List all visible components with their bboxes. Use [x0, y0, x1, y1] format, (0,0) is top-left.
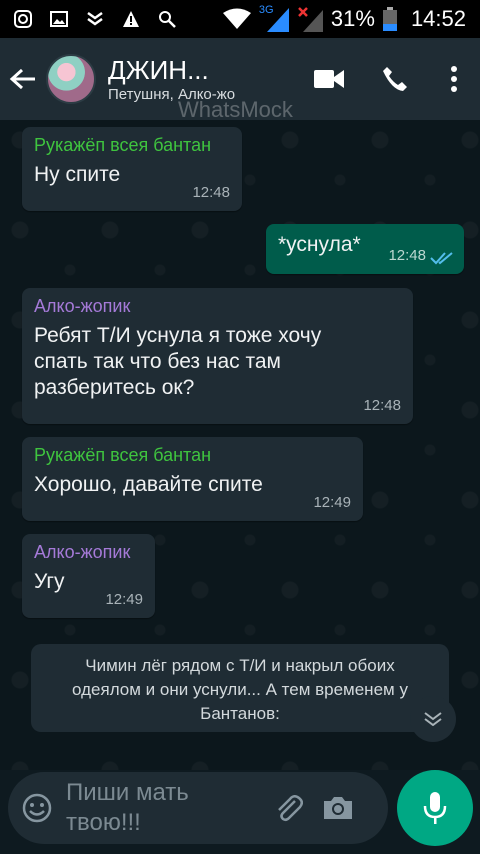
message-sender: Алко-жопик [34, 542, 131, 562]
instagram-icon [14, 10, 32, 28]
message-input[interactable]: Пиши мать твою!!! [66, 778, 256, 838]
chat-area[interactable]: Рукажёп всея бантан Ну спите 12:48 *усну… [0, 120, 480, 770]
chat-title-block[interactable]: ДЖИН... Петушня, Алко-жо [108, 55, 258, 103]
voice-record-button[interactable] [397, 770, 473, 846]
scroll-down-button[interactable] [410, 696, 456, 742]
read-ticks-icon [430, 252, 453, 265]
battery-percent: 31% [330, 6, 375, 31]
message-bubble[interactable]: Рукажёп всея бантан Ну спите 12:48 [22, 127, 242, 211]
arrow-left-icon [9, 68, 35, 90]
watermark: WhatsMock [178, 97, 293, 122]
battery-icon [382, 7, 397, 31]
message-time: 12:49 [105, 591, 143, 608]
microphone-icon [423, 792, 447, 824]
message-sender: Рукажёп всея бантан [34, 135, 212, 155]
camera-button[interactable] [310, 795, 366, 821]
message-bubble-outgoing[interactable]: *уснула* 12:48 [266, 224, 464, 274]
message-time: 12:48 [363, 397, 401, 414]
message-text: Ребят Т/И уснула я тоже хочу спать так ч… [34, 324, 322, 399]
emoji-button[interactable] [8, 793, 66, 823]
voice-call-button[interactable] [362, 38, 428, 120]
avatar[interactable] [46, 54, 96, 104]
message-sender: Алко-жопик [34, 296, 131, 316]
message-time: 12:48 [388, 247, 426, 264]
double-chevron-down-icon [424, 712, 442, 726]
emoji-icon [22, 793, 52, 823]
status-time: 14:52 [410, 6, 466, 31]
system-message: Чимин лёг рядом с Т/И и накрыл обоих оде… [31, 644, 449, 732]
video-call-button[interactable] [296, 38, 362, 120]
message-text: Хорошо, давайте спите [34, 473, 263, 496]
phone-icon [383, 67, 407, 91]
message-composer: Пиши мать твою!!! [8, 772, 388, 844]
search-icon [159, 11, 176, 28]
warning-icon [123, 11, 139, 27]
overflow-menu-button[interactable] [428, 38, 480, 120]
shield-icon [87, 11, 103, 26]
gallery-icon [50, 11, 68, 27]
signal-3g-icon: 3G [259, 4, 289, 32]
chat-title: ДЖИН... [108, 55, 209, 85]
message-time: 12:48 [192, 184, 230, 201]
back-button[interactable] [0, 38, 46, 120]
message-bubble[interactable]: Алко-жопик Ребят Т/И уснула я тоже хочу … [22, 288, 413, 424]
message-bubble[interactable]: Алко-жопик Угу 12:49 [22, 534, 155, 618]
attach-button[interactable] [266, 793, 310, 823]
more-vertical-icon [451, 66, 457, 92]
message-bubble[interactable]: Рукажёп всея бантан Хорошо, давайте спит… [22, 437, 363, 521]
video-camera-icon [314, 70, 344, 88]
camera-icon [324, 797, 352, 819]
wifi-icon [222, 8, 251, 29]
signal-x-icon [298, 7, 323, 32]
message-time: 12:49 [313, 494, 351, 511]
message-sender: Рукажёп всея бантан [34, 445, 212, 465]
status-bar: 3G 31% 14:52 [0, 0, 480, 38]
paperclip-icon [278, 795, 303, 822]
